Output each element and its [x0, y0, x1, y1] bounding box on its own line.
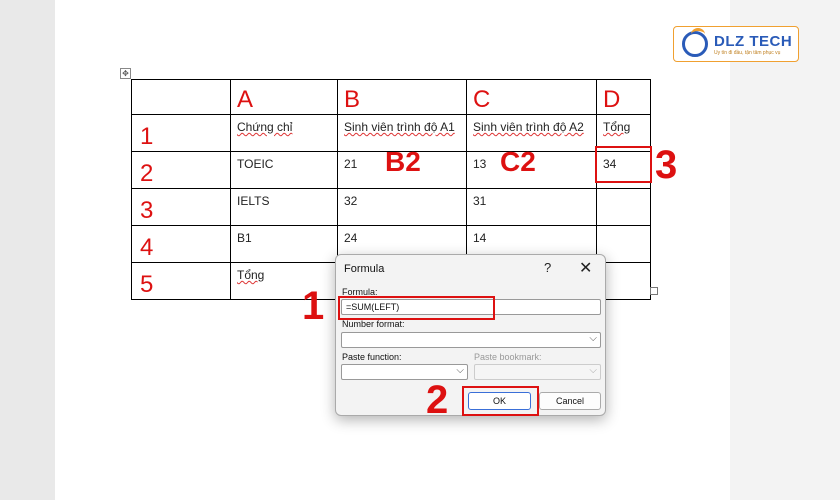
dlz-tech-logo: DLZ TECH Uy tín đi đầu, tận tâm phục vụ — [673, 26, 799, 62]
table-cell[interactable]: IELTS — [230, 188, 338, 226]
column-header-cell[interactable]: B — [337, 79, 467, 115]
cell-text: Tổng — [603, 120, 631, 134]
cancel-button[interactable]: Cancel — [539, 392, 601, 410]
paste-bookmark-select: ⌵ — [474, 364, 601, 380]
table-row: 3 IELTS 32 31 — [131, 188, 651, 226]
cell-text: B1 — [237, 231, 252, 245]
paste-bookmark-label: Paste bookmark: — [474, 352, 542, 362]
help-icon[interactable]: ? — [544, 260, 551, 275]
cell-text: Sinh viên trình độ A1 — [344, 120, 455, 134]
table-cell[interactable]: B1 — [230, 225, 338, 263]
column-label-d: D — [603, 86, 621, 113]
row-header-cell[interactable]: 4 — [131, 225, 231, 263]
highlight-box-d2 — [595, 146, 652, 183]
row-label-4: 4 — [140, 234, 154, 261]
cell-text: 32 — [344, 194, 358, 208]
column-label-b: B — [344, 86, 361, 113]
cell-text: 31 — [473, 194, 487, 208]
highlight-box-ok — [462, 386, 539, 416]
column-header-cell[interactable]: A — [230, 79, 338, 115]
table-corner-cell[interactable] — [131, 79, 231, 115]
row-label-1: 1 — [140, 123, 154, 150]
table-cell[interactable] — [596, 188, 651, 226]
table-cell[interactable]: 31 — [466, 188, 597, 226]
cell-text: Tổng — [237, 268, 265, 282]
table-cell[interactable]: Chứng chỉ — [230, 114, 338, 152]
row-label-5: 5 — [140, 271, 154, 298]
column-label-c: C — [473, 86, 491, 113]
paste-function-select[interactable]: ⌵ — [341, 364, 468, 380]
logo-tagline: Uy tín đi đầu, tận tâm phục vụ — [714, 50, 781, 56]
cell-text: 14 — [473, 231, 487, 245]
cell-text — [597, 189, 650, 194]
table-resize-handle[interactable] — [650, 287, 658, 295]
number-format-label: Number format: — [342, 319, 405, 329]
row-header-cell[interactable]: 2 — [131, 151, 231, 189]
right-gutter — [730, 0, 840, 500]
annotation-step-1: 1 — [302, 284, 325, 328]
chevron-down-icon: ⌵ — [589, 365, 597, 376]
cell-text: Sinh viên trình độ A2 — [473, 120, 584, 134]
paste-function-label: Paste function: — [342, 352, 402, 362]
chevron-down-icon: ⌵ — [589, 333, 597, 344]
column-header-cell[interactable]: D — [596, 79, 651, 115]
table-move-handle-icon[interactable]: ✥ — [120, 68, 131, 79]
row-header-cell[interactable]: 3 — [131, 188, 231, 226]
cell-text: TOEIC — [237, 157, 274, 171]
row-label-2: 2 — [140, 160, 154, 187]
annotation-step-3: 3 — [655, 143, 678, 187]
row-header-cell[interactable]: 5 — [131, 262, 231, 300]
column-header-cell[interactable]: C — [466, 79, 597, 115]
close-icon[interactable]: ✕ — [579, 258, 592, 277]
row-label-3: 3 — [140, 197, 154, 224]
cell-text: IELTS — [237, 194, 270, 208]
annotation-b2: B2 — [385, 146, 421, 177]
dialog-title: Formula — [344, 263, 385, 275]
annotation-step-2: 2 — [426, 378, 449, 422]
number-format-select[interactable]: ⌵ — [341, 332, 601, 348]
cell-text — [597, 226, 650, 231]
logo-mark-icon — [682, 28, 708, 57]
annotation-c2: C2 — [500, 146, 536, 177]
cell-text: Chứng chỉ — [237, 120, 293, 134]
cell-text: 24 — [344, 231, 358, 245]
logo-text: DLZ TECH — [714, 33, 793, 50]
table-cell[interactable]: TOEIC — [230, 151, 338, 189]
table-cell[interactable]: 32 — [337, 188, 467, 226]
column-label-a: A — [237, 86, 254, 113]
row-header-cell[interactable]: 1 — [131, 114, 231, 152]
highlight-box-formula — [338, 296, 495, 320]
table-header-row: A B C D — [131, 79, 651, 115]
chevron-down-icon: ⌵ — [456, 365, 464, 376]
